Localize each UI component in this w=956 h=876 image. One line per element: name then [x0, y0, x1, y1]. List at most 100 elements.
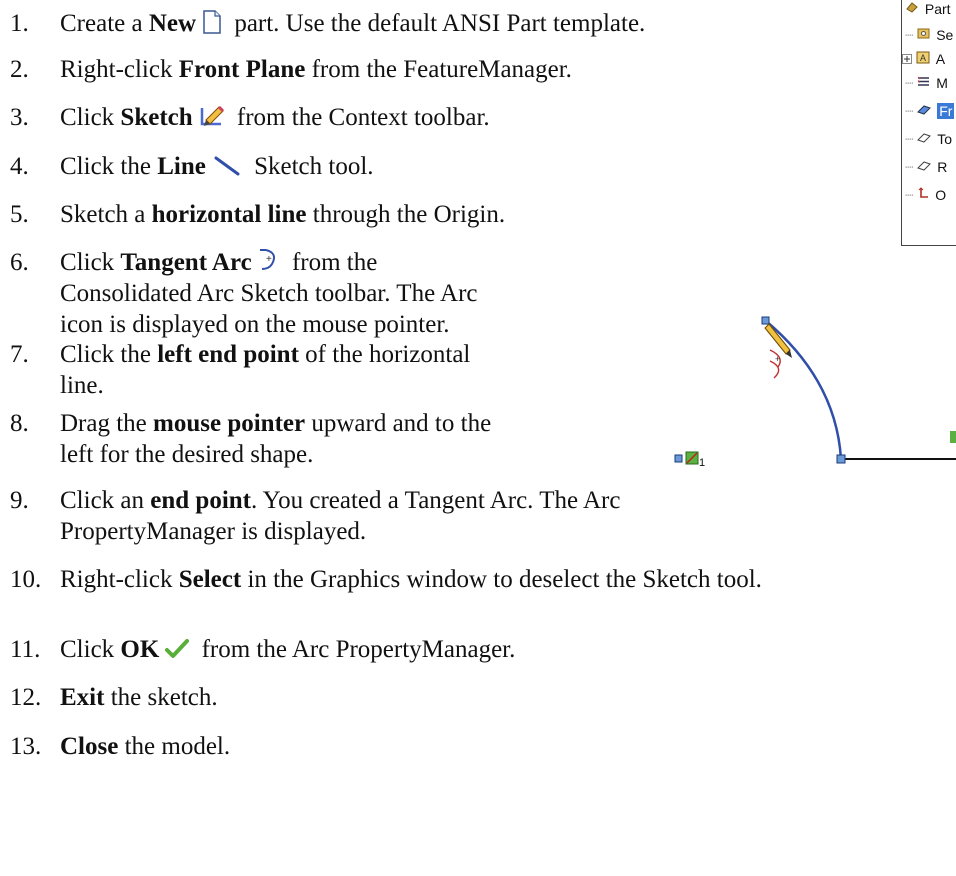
text-run: the sketch.: [104, 684, 218, 711]
tree-item-material[interactable]: ┈ M: [905, 73, 948, 93]
text-run: Click the: [60, 153, 158, 180]
tree-item-annotations[interactable]: A A: [902, 49, 945, 69]
bold-term: Select: [178, 566, 242, 593]
text-run: Click: [60, 636, 121, 663]
step-text: Sketch a horizontal line through the Ori…: [60, 199, 505, 230]
arc-start-point[interactable]: [761, 316, 770, 325]
step-12: 12. Exit the sketch.: [10, 682, 218, 713]
step-text: Right-click Select in the Graphics windo…: [60, 564, 762, 595]
step-number: 5.: [10, 201, 29, 228]
step-number: 9.: [10, 487, 29, 514]
tree-item-label: R: [937, 159, 948, 175]
step-3: 3. Click Sketch from the Context toolbar.: [10, 102, 490, 133]
text-run: Click the: [60, 341, 158, 368]
arc-cursor-icon: +: [769, 349, 781, 379]
bold-term: OK: [120, 636, 160, 663]
tree-item-front-plane[interactable]: ┈ Fr: [905, 101, 955, 121]
step-5: 5. Sketch a horizontal line through the O…: [10, 199, 505, 230]
tree-item-top-plane[interactable]: ┈ To: [905, 129, 952, 149]
midpoint-marker-icon: [950, 431, 956, 443]
step-text: icon is displayed on the mouse pointer.: [60, 309, 450, 340]
relation-marker-icon: 1: [674, 451, 705, 469]
origin-icon: [913, 187, 933, 203]
text-run: from the Context toolbar.: [230, 104, 490, 131]
step-10: 10. Right-click Select in the Graphics wi…: [10, 564, 762, 595]
step-number: 2.: [10, 56, 29, 83]
step-number: 4.: [10, 153, 29, 180]
tree-item-part[interactable]: Part: [905, 0, 951, 19]
tree-item-sensors[interactable]: ┈ Se: [905, 25, 953, 45]
step-number: 1.: [10, 10, 29, 37]
annotations-icon: A: [916, 51, 934, 67]
step-11: 11. Click OK from the Arc PropertyManager…: [10, 634, 515, 665]
tree-item-origin[interactable]: ┈ O: [905, 185, 946, 205]
step-text: Create a New part. Use the default ANSI …: [60, 8, 645, 42]
text-run: of the horizontal: [298, 341, 471, 368]
step-text: Drag the mouse pointer upward and to the: [60, 408, 491, 439]
step-text: Click OK from the Arc PropertyManager.: [60, 634, 515, 668]
svg-text:+: +: [266, 254, 272, 265]
plane-icon: [913, 159, 935, 175]
step-text: Click Tangent Arc + from the: [60, 247, 377, 281]
step-number: 8.: [10, 410, 29, 437]
bold-term: mouse pointer: [153, 410, 306, 437]
step-number: 12.: [10, 684, 42, 711]
part-icon: [905, 1, 923, 17]
text-run: through the Origin.: [306, 201, 506, 228]
step-7: 7. Click the left end point of the horizo…: [10, 339, 470, 399]
step-text: Close the model.: [60, 731, 230, 762]
step-8: 8. Drag the mouse pointer upward and to t…: [10, 408, 491, 468]
step-text: Click the Line Sketch tool.: [60, 151, 374, 185]
text-run: from the: [285, 249, 378, 276]
step-text: Click an end point. You created a Tangen…: [60, 485, 620, 516]
text-run: left for the desired shape.: [60, 441, 314, 468]
step-number: 6.: [10, 249, 29, 276]
step-text: left for the desired shape.: [60, 439, 313, 470]
graphics-window[interactable]: + 1: [640, 300, 956, 500]
text-run: Drag the: [60, 410, 154, 437]
tree-item-label: Se: [936, 27, 954, 43]
step-number: 3.: [10, 104, 29, 131]
step-text: Click the left end point of the horizont…: [60, 339, 470, 370]
text-run: PropertyManager is displayed.: [60, 518, 367, 545]
relation-label: 1: [699, 457, 705, 469]
text-run: Sketch a: [60, 201, 152, 228]
step-text: Right-click Front Plane from the Feature…: [60, 54, 572, 85]
step-9: 9. Click an end point. You created a Tang…: [10, 485, 620, 545]
step-number: 13.: [10, 733, 42, 760]
bold-term: Exit: [60, 684, 105, 711]
ok-check-icon: [165, 637, 190, 668]
bold-term: horizontal line: [151, 201, 307, 228]
feature-manager-tree: Part ┈ Se A A ┈ M ┈ Fr ┈ To ┈ R ┈ O: [901, 0, 956, 246]
line-left-end-point[interactable]: [836, 454, 846, 464]
text-run: from the FeatureManager.: [305, 56, 572, 83]
tree-item-label: Part: [924, 1, 951, 17]
bold-term: end point: [150, 487, 251, 514]
tree-item-label: M: [936, 75, 948, 91]
text-run: line.: [60, 372, 104, 399]
step-13: 13. Close the model.: [10, 731, 230, 762]
text-run: the model.: [118, 733, 231, 760]
tree-item-label: O: [935, 187, 947, 203]
plane-icon: [913, 131, 935, 147]
text-run: part. Use the default ANSI Part template…: [228, 10, 646, 37]
tree-item-label: Fr: [937, 103, 955, 119]
text-run: . You created a Tangent Arc. The Arc: [251, 487, 621, 514]
text-run: Consolidated Arc Sketch toolbar. The Arc: [60, 280, 478, 307]
step-1: 1. Create a New part. Use the default ANS…: [10, 8, 645, 39]
tree-item-label: A: [935, 51, 946, 67]
bold-term: Sketch: [120, 104, 193, 131]
text-run: Click: [60, 104, 121, 131]
step-4: 4. Click the Line Sketch tool.: [10, 151, 374, 182]
tree-item-label: To: [937, 131, 953, 147]
step-number: 10.: [10, 566, 42, 593]
step-6: 6. Click Tangent Arc + from the Consolidate…: [10, 247, 478, 338]
sketch-canvas[interactable]: + 1: [640, 300, 956, 500]
expand-icon[interactable]: [902, 51, 916, 67]
plane-icon: [913, 103, 935, 119]
bold-term: left end point: [157, 341, 299, 368]
step-2: 2. Right-click Front Plane from the Featu…: [10, 54, 572, 85]
text-run: Click: [60, 249, 121, 276]
step-number: 11.: [10, 636, 41, 663]
tree-item-right-plane[interactable]: ┈ R: [905, 157, 947, 177]
